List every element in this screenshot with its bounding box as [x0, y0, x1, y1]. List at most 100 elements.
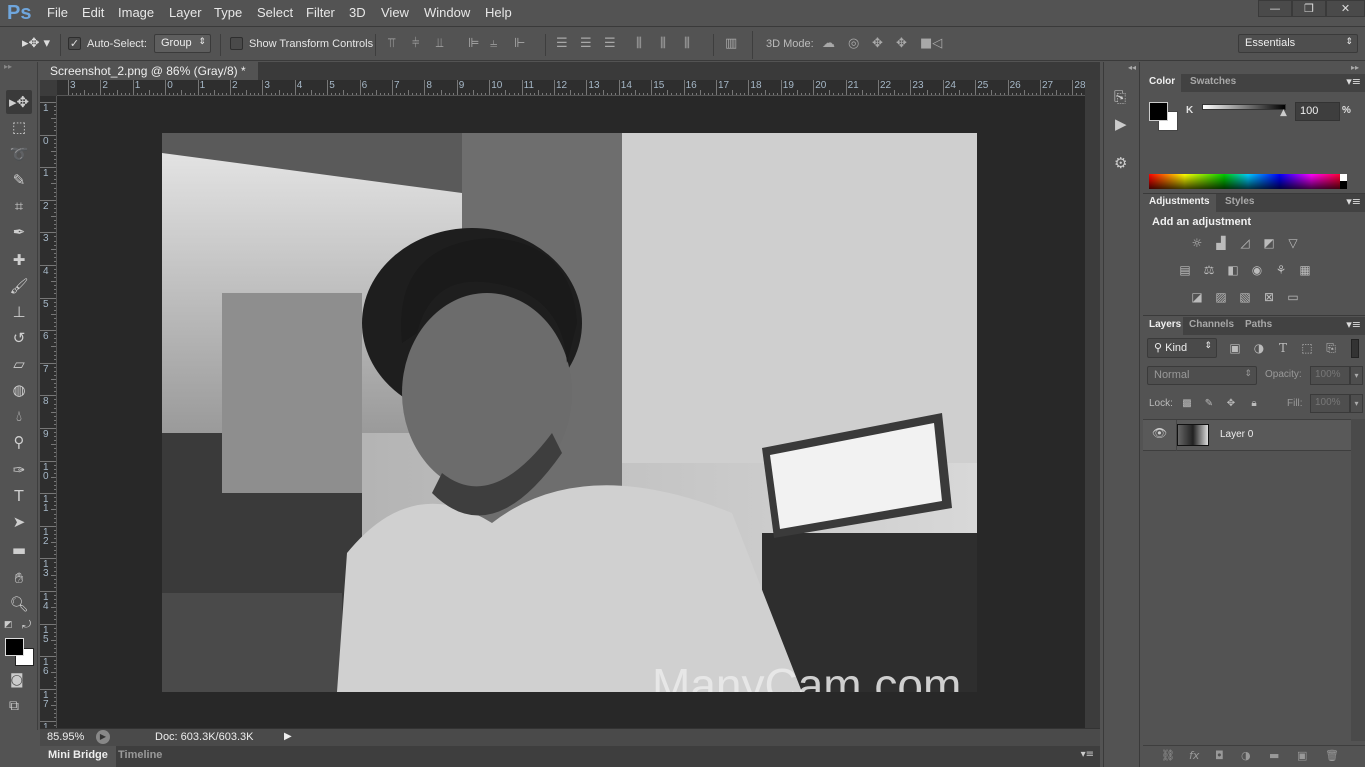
align-top-icon[interactable]: ⫪: [388, 36, 395, 51]
tab-swatches[interactable]: Swatches: [1184, 74, 1243, 92]
tab-styles[interactable]: Styles: [1219, 194, 1261, 212]
type-tool[interactable]: T: [6, 484, 32, 508]
tab-color[interactable]: Color: [1143, 74, 1182, 92]
align-vcenter-icon[interactable]: ⫩: [412, 36, 419, 51]
curves-icon[interactable]: ◿: [1236, 236, 1254, 250]
levels-icon[interactable]: ▟: [1212, 236, 1230, 250]
posterize-icon[interactable]: ▨: [1212, 290, 1230, 304]
spectrum-white[interactable]: [1340, 174, 1347, 181]
move-tool-preset-icon[interactable]: ▸✥ ▾: [22, 36, 50, 51]
distribute-hcenter-icon[interactable]: ⫼: [660, 36, 666, 51]
zoom-level[interactable]: 85.95%: [47, 731, 84, 743]
fill-input[interactable]: 100%: [1310, 394, 1350, 413]
menu-image[interactable]: Image: [118, 5, 154, 20]
menu-3d[interactable]: 3D: [349, 5, 366, 20]
filter-type-icon[interactable]: T: [1274, 341, 1292, 355]
paint-bucket-tool[interactable]: ◍: [6, 378, 32, 402]
new-group-icon[interactable]: ▬: [1269, 749, 1279, 762]
layer-filter-dropdown[interactable]: ⚲ Kind ⇕: [1147, 338, 1217, 358]
tab-timeline[interactable]: Timeline: [112, 746, 168, 767]
distribute-top-icon[interactable]: ☰: [556, 36, 568, 51]
delete-layer-icon[interactable]: 🗑︎: [1325, 749, 1339, 762]
zoom-tool[interactable]: 🔍︎: [6, 592, 32, 616]
lasso-tool[interactable]: ➰: [6, 142, 32, 166]
brush-tool[interactable]: 🖌︎: [6, 274, 32, 298]
hand-tool[interactable]: ✋︎: [6, 566, 32, 590]
history-icon[interactable]: ⎘: [1114, 88, 1126, 106]
3d-rotate-icon[interactable]: ☁: [822, 36, 835, 51]
lock-all-icon[interactable]: 🔒︎: [1245, 397, 1263, 411]
status-menu-arrow-icon[interactable]: ▶: [284, 731, 292, 742]
distribute-vcenter-icon[interactable]: ☰: [580, 36, 592, 51]
3d-camera-icon[interactable]: ■◁: [920, 36, 942, 51]
layers-scrollbar[interactable]: [1351, 419, 1365, 741]
hue-saturation-icon[interactable]: ▤: [1176, 263, 1194, 277]
menu-select[interactable]: Select: [257, 5, 293, 20]
align-right-icon[interactable]: ⊩: [514, 36, 525, 51]
collapse-panels-icon[interactable]: ▸▸: [1351, 63, 1359, 72]
link-layers-icon[interactable]: ⛓: [1161, 749, 1175, 762]
black-white-icon[interactable]: ◧: [1224, 263, 1242, 277]
horizontal-ruler[interactable]: 3 2 1 0 1 2 3 4 5 6 7 8 9 10 11 12 13 14 15 16 17 18 19 20 21 22 2…: [57, 80, 1085, 96]
menu-view[interactable]: View: [381, 5, 409, 20]
fx-icon[interactable]: fx: [1189, 749, 1199, 762]
document-tab[interactable]: Screenshot_2.png @ 86% (Gray/8) * ×: [40, 62, 258, 92]
align-hcenter-icon[interactable]: ⫨: [490, 36, 497, 51]
filter-smart-object-icon[interactable]: ⎘: [1322, 341, 1340, 355]
filter-toggle[interactable]: [1351, 339, 1359, 358]
brightness-contrast-icon[interactable]: ☼: [1188, 236, 1206, 250]
show-transform-controls-checkbox[interactable]: [230, 37, 243, 50]
3d-pan-icon[interactable]: ✥: [872, 36, 883, 51]
3d-roll-icon[interactable]: ◎: [848, 36, 859, 51]
color-spectrum[interactable]: [1149, 174, 1347, 189]
selective-color-icon[interactable]: ⊠: [1260, 290, 1278, 304]
slider-handle-icon[interactable]: ▲: [1280, 108, 1287, 118]
rectangle-tool[interactable]: ▬: [6, 538, 32, 562]
actions-play-icon[interactable]: ▶: [1115, 115, 1127, 133]
foreground-color-swatch[interactable]: [1149, 102, 1168, 121]
color-lookup-icon[interactable]: ▦: [1296, 263, 1314, 277]
foreground-color-swatch[interactable]: [5, 638, 24, 656]
expand-panels-icon[interactable]: ◂◂: [1128, 63, 1136, 72]
color-balance-icon[interactable]: ⚖: [1200, 263, 1218, 277]
layer-name[interactable]: Layer 0: [1220, 429, 1253, 440]
new-adjustment-icon[interactable]: ◑: [1241, 749, 1251, 762]
align-left-icon[interactable]: ⊫: [468, 36, 479, 51]
menu-edit[interactable]: Edit: [82, 5, 104, 20]
quick-mask-icon[interactable]: ◙: [10, 672, 24, 688]
crop-tool[interactable]: ⌗: [6, 194, 32, 218]
eraser-tool[interactable]: ▱: [6, 352, 32, 376]
restore-button[interactable]: ❐: [1292, 0, 1326, 17]
close-window-button[interactable]: ✕: [1326, 0, 1365, 17]
share-icon[interactable]: ▶: [96, 730, 110, 744]
opacity-dropdown-icon[interactable]: ▾: [1350, 366, 1363, 385]
new-layer-icon[interactable]: ▣: [1297, 749, 1307, 762]
history-brush-tool[interactable]: ↺: [6, 326, 32, 350]
blend-mode-dropdown[interactable]: Normal ⇕: [1147, 366, 1257, 385]
filter-adjustment-icon[interactable]: ◑: [1250, 341, 1268, 355]
align-bottom-icon[interactable]: ⫫: [436, 36, 443, 51]
spot-healing-tool[interactable]: ✚: [6, 248, 32, 272]
threshold-icon[interactable]: ▧: [1236, 290, 1254, 304]
k-value-input[interactable]: 100: [1295, 102, 1340, 121]
menu-file[interactable]: File: [47, 5, 68, 20]
opacity-input[interactable]: 100%: [1310, 366, 1350, 385]
properties-icon[interactable]: ⚙: [1114, 154, 1127, 172]
dodge-tool[interactable]: ⚲: [6, 430, 32, 454]
channel-mixer-icon[interactable]: ⚘: [1272, 263, 1290, 277]
lock-image-icon[interactable]: ✎: [1200, 397, 1218, 411]
auto-align-icon[interactable]: ▥: [725, 36, 737, 51]
menu-type[interactable]: Type: [214, 5, 242, 20]
filter-shape-icon[interactable]: ⬚: [1298, 341, 1316, 355]
distribute-bottom-icon[interactable]: ☰: [604, 36, 616, 51]
move-tool[interactable]: ▸✥: [6, 90, 32, 114]
vertical-ruler[interactable]: 1 0 1 2 3 4 5 6 7 8 9 10 11 12 13 14 15 16 17 1: [40, 96, 57, 728]
invert-icon[interactable]: ◪: [1188, 290, 1206, 304]
menu-window[interactable]: Window: [424, 5, 470, 20]
auto-select-dropdown[interactable]: Group ⇕: [154, 34, 211, 53]
photo-filter-icon[interactable]: ◉: [1248, 263, 1266, 277]
vibrance-icon[interactable]: ▽: [1284, 236, 1302, 250]
add-mask-icon[interactable]: ◘: [1215, 749, 1224, 762]
blur-tool[interactable]: 💧︎: [6, 404, 32, 428]
lock-position-icon[interactable]: ✥: [1222, 397, 1240, 411]
